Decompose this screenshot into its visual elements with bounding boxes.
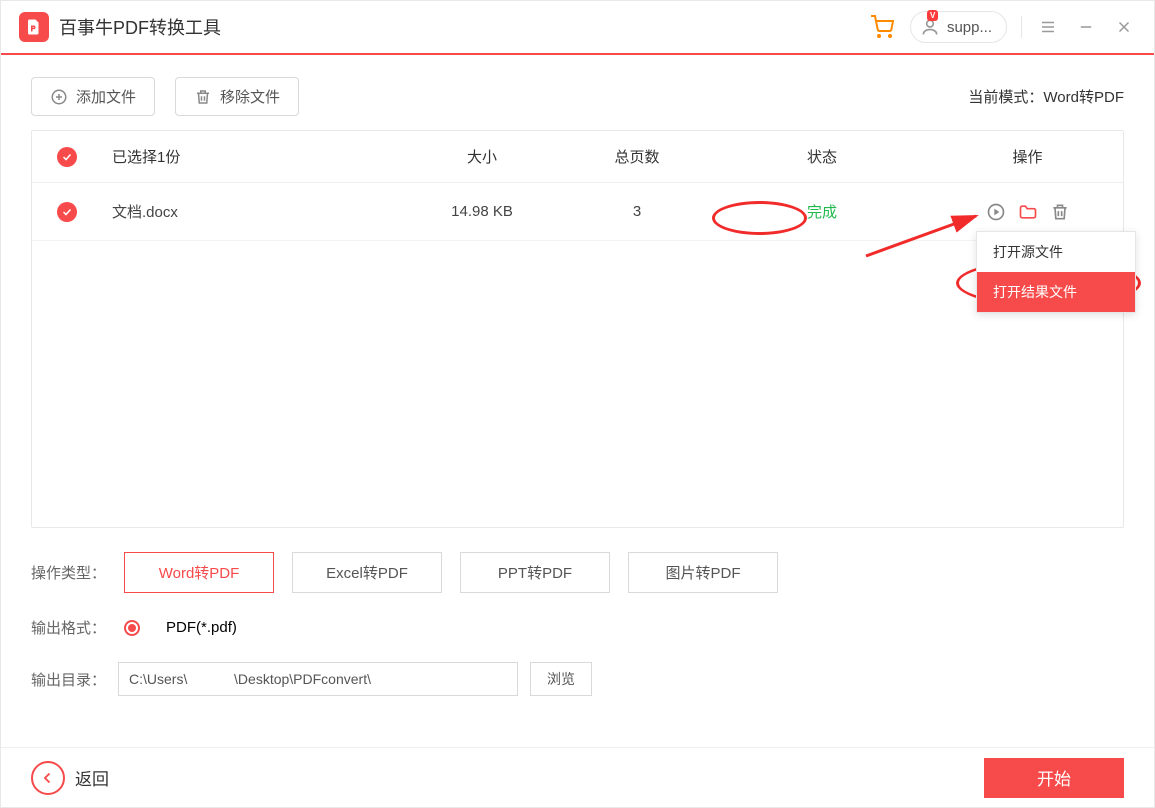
popup-open-source[interactable]: 打开源文件: [977, 232, 1135, 272]
mode-label: 当前模式：Word转PDF: [968, 86, 1124, 107]
minimize-button[interactable]: [1074, 15, 1098, 39]
add-file-button[interactable]: 添加文件: [31, 77, 155, 116]
row-checkbox[interactable]: [32, 202, 102, 222]
table-row: 文档.docx 14.98 KB 3 完成: [32, 183, 1123, 241]
output-dir-input[interactable]: [118, 662, 518, 696]
remove-file-button[interactable]: 移除文件: [175, 77, 299, 116]
vip-badge: V: [927, 10, 938, 21]
row-pages: 3: [562, 203, 712, 220]
check-icon: [57, 147, 77, 167]
header-pages: 总页数: [562, 146, 712, 167]
output-format-value: PDF(*.pdf): [166, 619, 237, 636]
type-word-to-pdf[interactable]: Word转PDF: [124, 552, 274, 593]
browse-button[interactable]: 浏览: [530, 662, 592, 696]
header-size: 大小: [402, 146, 562, 167]
pdf-logo-icon: [25, 18, 43, 36]
type-image-to-pdf[interactable]: 图片转PDF: [628, 552, 778, 593]
check-icon: [57, 202, 77, 222]
back-button[interactable]: 返回: [31, 761, 109, 795]
output-format-label: 输出格式：: [31, 617, 106, 638]
row-status: 完成: [712, 201, 932, 222]
plus-circle-icon: [50, 88, 68, 106]
row-filename: 文档.docx: [102, 201, 402, 222]
play-icon[interactable]: [985, 201, 1007, 223]
row-size: 14.98 KB: [402, 203, 562, 220]
output-dir-row: 输出目录： 浏览: [31, 662, 1124, 696]
app-logo: [19, 12, 49, 42]
open-folder-icon[interactable]: [1017, 201, 1039, 223]
add-file-label: 添加文件: [76, 86, 136, 107]
user-name: supp...: [947, 19, 992, 36]
open-popup: 打开源文件 打开结果文件: [976, 231, 1136, 313]
titlebar-separator: [1021, 16, 1022, 38]
header-status: 状态: [712, 146, 932, 167]
user-chip[interactable]: V supp...: [910, 11, 1007, 43]
header-name: 已选择1份: [102, 146, 402, 167]
remove-file-label: 移除文件: [220, 86, 280, 107]
delete-row-icon[interactable]: [1049, 201, 1071, 223]
header-ops: 操作: [932, 146, 1123, 167]
operation-type-label: 操作类型：: [31, 562, 106, 583]
menu-icon[interactable]: [1036, 15, 1060, 39]
operation-type-row: 操作类型： Word转PDF Excel转PDF PPT转PDF 图片转PDF: [31, 552, 1124, 593]
close-button[interactable]: [1112, 15, 1136, 39]
output-format-row: 输出格式： PDF(*.pdf): [31, 617, 1124, 638]
type-ppt-to-pdf[interactable]: PPT转PDF: [460, 552, 610, 593]
cart-icon[interactable]: [868, 13, 896, 41]
type-excel-to-pdf[interactable]: Excel转PDF: [292, 552, 442, 593]
popup-open-result[interactable]: 打开结果文件: [977, 272, 1135, 312]
back-label: 返回: [75, 765, 109, 790]
radio-icon[interactable]: [124, 620, 140, 636]
output-dir-label: 输出目录：: [31, 669, 106, 690]
header-checkbox[interactable]: [32, 147, 102, 167]
app-title: 百事牛PDF转换工具: [59, 14, 221, 40]
start-button[interactable]: 开始: [984, 758, 1124, 798]
back-arrow-icon: [31, 761, 65, 795]
trash-icon: [194, 88, 212, 106]
